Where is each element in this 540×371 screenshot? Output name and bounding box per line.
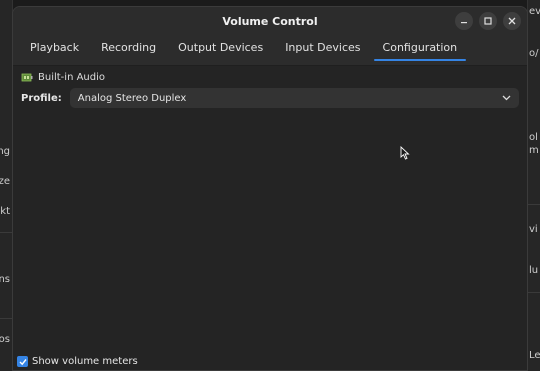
bg-left-fragment: skt xyxy=(0,206,10,217)
volume-meters-option[interactable]: Show volume meters xyxy=(17,356,138,367)
minimize-icon xyxy=(461,22,467,24)
mouse-cursor-icon xyxy=(400,146,410,160)
close-icon xyxy=(508,17,516,25)
bg-right-fragment: Le xyxy=(529,350,540,361)
bg-left-fragment: os xyxy=(0,334,10,345)
title-bar[interactable]: Volume Control xyxy=(13,7,527,35)
bg-right-fragment: ol xyxy=(529,132,538,143)
background-window-right: ev o/ ol m vi lu Le xyxy=(527,0,540,371)
tab-playback[interactable]: Playback xyxy=(19,35,90,59)
maximize-button[interactable] xyxy=(479,12,497,30)
window-title: Volume Control xyxy=(222,14,318,28)
sound-card-icon xyxy=(21,73,33,82)
bg-right-fragment: o/ xyxy=(529,48,539,59)
checkmark-icon xyxy=(19,358,27,365)
tab-input-devices[interactable]: Input Devices xyxy=(274,35,371,59)
volume-meters-label: Show volume meters xyxy=(32,356,138,367)
volume-meters-checkbox[interactable] xyxy=(17,356,28,367)
chevron-down-icon xyxy=(502,95,511,101)
maximize-icon xyxy=(484,17,492,25)
device-name: Built-in Audio xyxy=(38,72,106,83)
tab-recording[interactable]: Recording xyxy=(90,35,167,59)
bg-left-divider xyxy=(0,232,12,233)
window-controls xyxy=(455,12,521,30)
profile-row: Profile: Analog Stereo Duplex xyxy=(21,88,519,108)
bg-left-fragment: ons xyxy=(0,274,10,285)
bg-right-divider xyxy=(528,204,540,205)
close-button[interactable] xyxy=(503,12,521,30)
bg-right-fragment: ev xyxy=(529,6,540,17)
minimize-button[interactable] xyxy=(455,12,473,30)
bg-right-fragment: m xyxy=(529,145,539,156)
bg-left-fragment: ze xyxy=(0,176,10,187)
bg-right-divider xyxy=(528,292,540,293)
profile-dropdown[interactable]: Analog Stereo Duplex xyxy=(69,88,519,108)
bg-left-fragment: ng xyxy=(0,146,10,157)
tab-configuration[interactable]: Configuration xyxy=(372,35,469,61)
tab-output-devices[interactable]: Output Devices xyxy=(167,35,274,59)
bg-right-fragment: vi xyxy=(529,224,538,235)
configuration-panel: Built-in Audio Profile: Analog Stereo Du… xyxy=(13,66,527,370)
bg-right-fragment: lu xyxy=(529,265,539,276)
profile-value: Analog Stereo Duplex xyxy=(77,92,187,104)
device-header: Built-in Audio xyxy=(21,72,105,83)
bg-left-divider xyxy=(0,318,12,319)
tab-bar: Playback Recording Output Devices Input … xyxy=(13,35,527,66)
volume-control-window: Volume Control Playback Recording Output… xyxy=(12,6,528,371)
profile-label: Profile: xyxy=(21,92,62,104)
